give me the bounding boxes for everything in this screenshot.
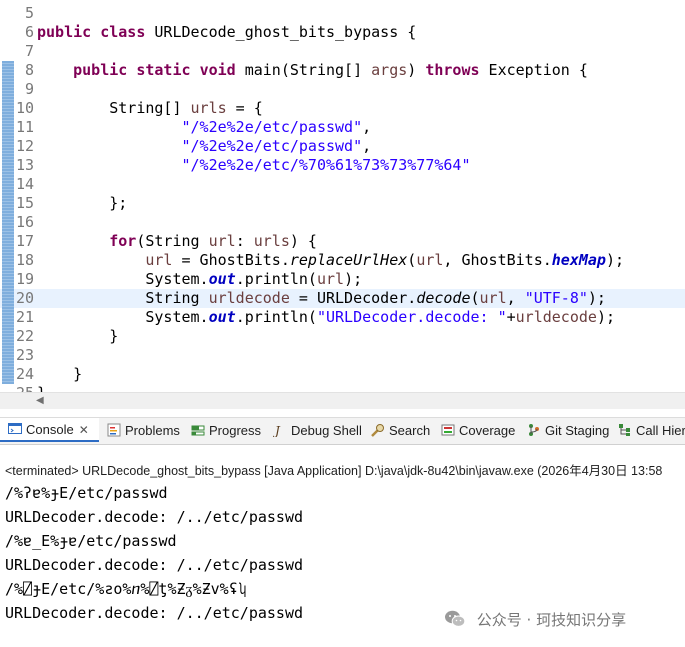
code-line[interactable]: 20 String urldecode = URLDecoder.decode(…: [0, 289, 685, 308]
tab-label: Search: [389, 423, 431, 438]
code-text[interactable]: }: [37, 327, 118, 346]
console-output-line: URLDecoder.decode: /../etc/passwd: [5, 508, 304, 526]
git-staging-icon: [527, 423, 545, 438]
change-indicator-bar: [2, 61, 14, 384]
tab-problems[interactable]: Problems: [103, 418, 183, 444]
code-line[interactable]: 13 "/%2e%2e/etc/%70%61%73%73%77%64": [0, 156, 685, 175]
tab-search[interactable]: Search: [367, 418, 433, 444]
close-icon[interactable]: ✕: [79, 423, 89, 437]
search-icon: [371, 423, 389, 438]
code-line[interactable]: 25}: [0, 384, 685, 392]
code-text[interactable]: "/%2e%2e/etc/%70%61%73%73%77%64": [37, 156, 471, 175]
code-text[interactable]: String urldecode = URLDecoder.decode(url…: [37, 289, 606, 308]
code-line[interactable]: 6 public class URLDecode_ghost_bits_bypas…: [0, 23, 685, 42]
tab-progress[interactable]: Progress: [187, 418, 265, 444]
panel-splitter[interactable]: [0, 409, 685, 417]
code-line[interactable]: 7: [0, 42, 685, 61]
code-text[interactable]: public class URLDecode_ghost_bits_bypass…: [37, 23, 416, 42]
code-text[interactable]: public static void main(String[] args) t…: [37, 61, 588, 80]
tab-label: Call Hier: [636, 423, 685, 438]
watermark: 公众号 · 珂技知识分享: [444, 608, 626, 632]
console-output-line: /%ʔɐ%ɟE/etc/passwd: [5, 484, 168, 502]
code-line[interactable]: 21 System.out.println("URLDecoder.decode…: [0, 308, 685, 327]
tab-git-staging[interactable]: Git Staging: [523, 418, 610, 444]
code-text[interactable]: "/%2e%2e/etc/passwd",: [37, 118, 372, 137]
code-line[interactable]: 8 public static void main(String[] args)…: [0, 61, 685, 80]
editor-horizontal-scrollbar[interactable]: ◀: [0, 392, 685, 409]
code-line[interactable]: 5: [0, 4, 685, 23]
code-text[interactable]: System.out.println("URLDecoder.decode: "…: [37, 308, 615, 327]
code-line[interactable]: 17 for(String url: urls) {: [0, 232, 685, 251]
code-text[interactable]: url = GhostBits.replaceUrlHex(url, Ghost…: [37, 251, 624, 270]
call-hierarchy-icon: [618, 423, 636, 438]
console-output-line: /%ɐ̲E%ɟɐ/etc/passwd: [5, 532, 177, 550]
bottom-panel-tabs: Console ✕ Problems Progress J Debug Shell Sear…: [0, 417, 685, 445]
line-number: 6: [24, 23, 34, 41]
debug-shell-icon: J: [273, 423, 291, 438]
tab-label: Console: [26, 422, 74, 437]
console-status-line: <terminated> URLDecode_ghost_bits_bypass…: [5, 464, 663, 478]
code-line[interactable]: 12 "/%2e%2e/etc/passwd",: [0, 137, 685, 156]
tab-label: Debug Shell: [291, 423, 362, 438]
wechat-icon: [445, 610, 466, 627]
scroll-left-arrow-icon[interactable]: ◀: [36, 395, 44, 406]
console-output-line: URLDecoder.decode: /../etc/passwd: [5, 556, 304, 574]
code-line[interactable]: 10 String[] urls = {: [0, 99, 685, 118]
code-text[interactable]: };: [37, 194, 127, 213]
code-line[interactable]: 24 }: [0, 365, 685, 384]
code-text[interactable]: }: [37, 384, 46, 392]
code-editor[interactable]: 5 6 public class URLDecode_ghost_bits_bypa…: [0, 0, 685, 392]
code-line[interactable]: 23: [0, 346, 685, 365]
code-line[interactable]: 15 };: [0, 194, 685, 213]
console-output-line: /%⍁ɟE/etc/%ƨo%ⴖ%⍁ƫ%Ƶᵹ%Ƶv%ʢʮ: [5, 580, 247, 598]
tab-label: Problems: [125, 423, 180, 438]
watermark-text: 公众号 · 珂技知识分享: [476, 611, 627, 629]
code-text[interactable]: System.out.println(url);: [37, 270, 362, 289]
coverage-icon: [441, 423, 459, 438]
code-text[interactable]: "/%2e%2e/etc/passwd",: [37, 137, 372, 156]
code-line[interactable]: 14: [0, 175, 685, 194]
code-line[interactable]: 9: [0, 80, 685, 99]
code-text[interactable]: }: [37, 365, 82, 384]
progress-icon: [191, 423, 209, 438]
tab-label: Progress: [209, 423, 262, 438]
line-number: 7: [24, 42, 34, 60]
code-line[interactable]: 18 url = GhostBits.replaceUrlHex(url, Gh…: [0, 251, 685, 270]
tab-label: Coverage: [459, 423, 516, 438]
tab-debug-shell[interactable]: J Debug Shell: [269, 418, 363, 444]
tab-label: Git Staging: [545, 423, 610, 438]
code-line[interactable]: 16: [0, 213, 685, 232]
tab-call-hier[interactable]: Call Hier: [614, 418, 685, 444]
svg-text:J: J: [273, 424, 281, 437]
tab-console[interactable]: Console ✕: [0, 418, 99, 442]
code-text[interactable]: String[] urls = {: [37, 99, 263, 118]
code-text[interactable]: for(String url: urls) {: [37, 232, 317, 251]
code-line[interactable]: 11 "/%2e%2e/etc/passwd",: [0, 118, 685, 137]
tab-coverage[interactable]: Coverage: [437, 418, 519, 444]
line-number: 25: [0, 384, 34, 392]
code-line[interactable]: 22 }: [0, 327, 685, 346]
console-icon: [8, 422, 26, 437]
line-number: 5: [24, 4, 34, 22]
problems-icon: [107, 423, 125, 438]
code-line[interactable]: 19 System.out.println(url);: [0, 270, 685, 289]
